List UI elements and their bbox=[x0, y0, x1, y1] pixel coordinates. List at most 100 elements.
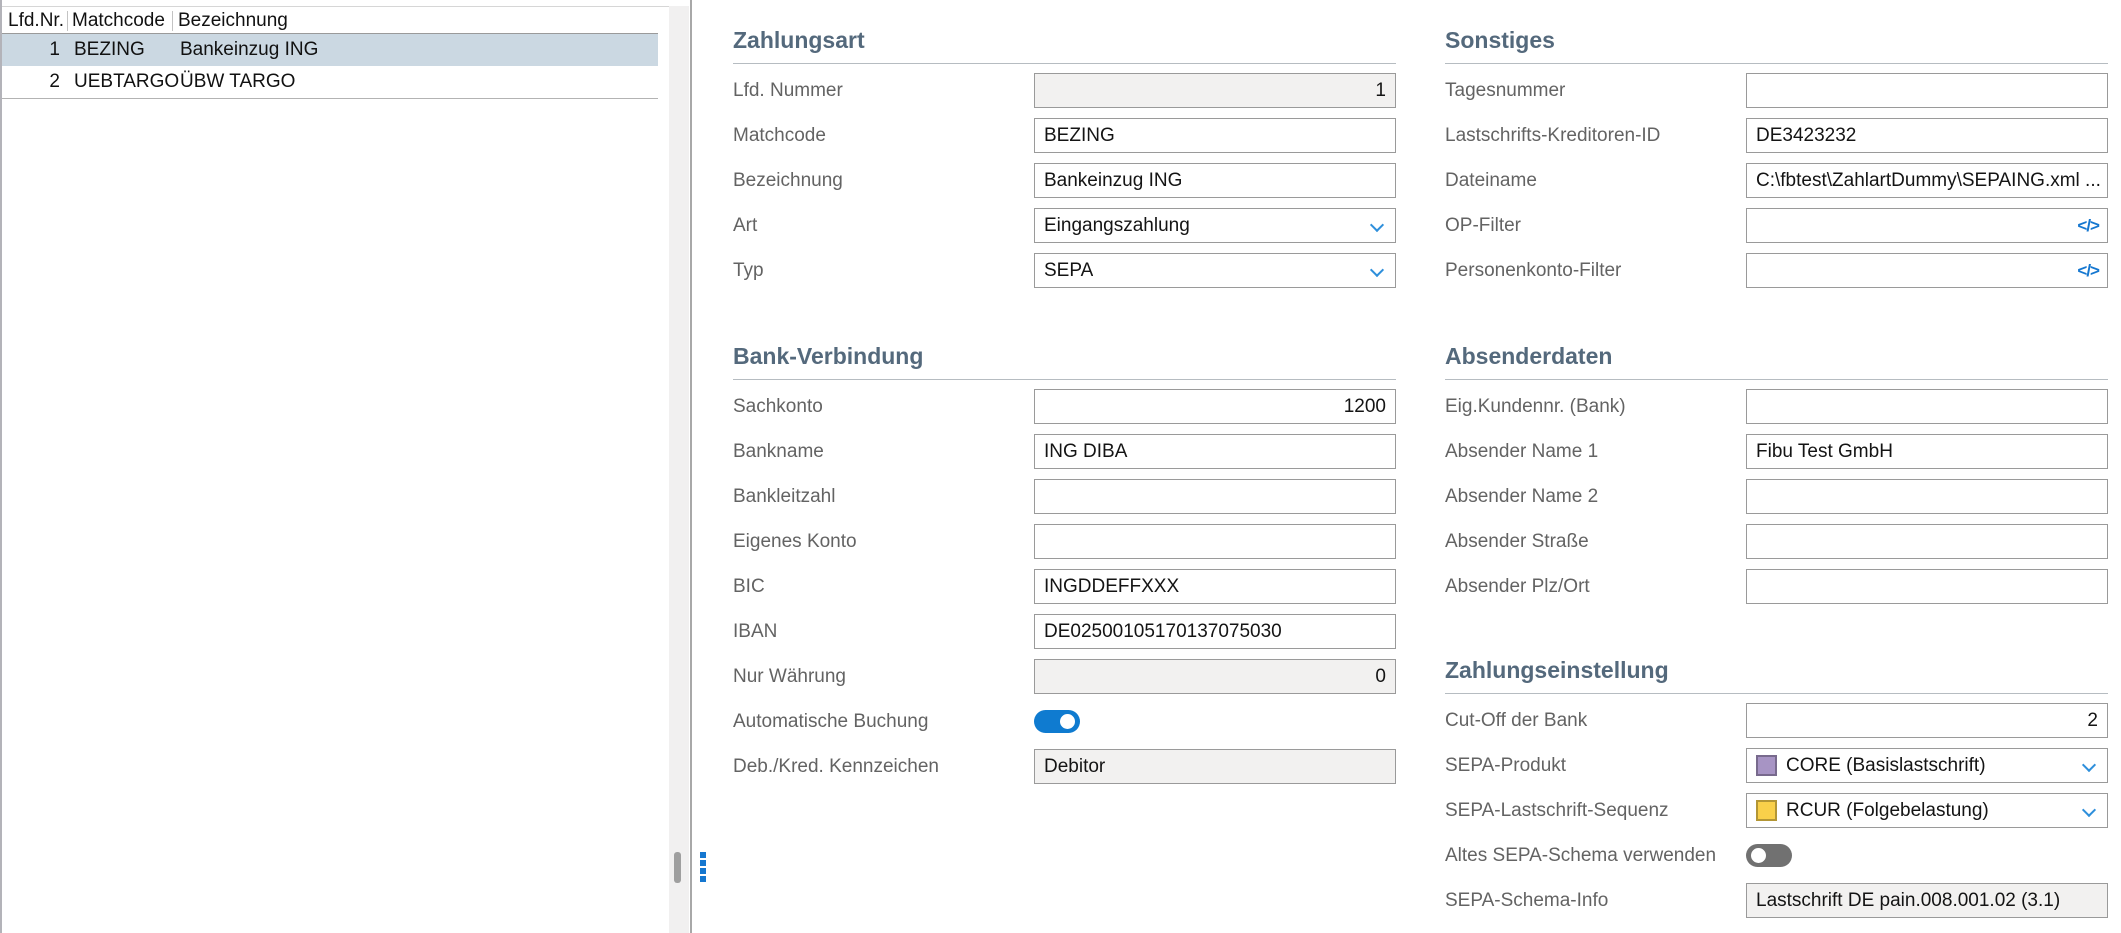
field-row-matchcode: Matchcode BEZING bbox=[733, 118, 1396, 153]
field-row-bankname: Bankname ING DIBA bbox=[733, 434, 1396, 469]
cell-bezeichnung: Bankeinzug ING bbox=[173, 39, 658, 61]
altes-sepa-schema-toggle[interactable] bbox=[1746, 844, 1792, 867]
field-row-eigenes-konto: Eigenes Konto bbox=[733, 524, 1396, 559]
cell-lfdnr: 1 bbox=[2, 39, 68, 61]
panel-splitter[interactable] bbox=[690, 0, 692, 933]
field-label: OP-Filter bbox=[1445, 208, 1746, 243]
section-title: Sonstiges bbox=[1445, 26, 2108, 64]
field-row-bic: BIC INGDDEFFXXX bbox=[733, 569, 1396, 604]
field-label: SEPA-Schema-Info bbox=[1445, 883, 1746, 918]
field-row-sepa-schema-info: SEPA-Schema-Info Lastschrift DE pain.008… bbox=[1445, 883, 2108, 918]
section-title: Bank-Verbindung bbox=[733, 342, 1396, 380]
absender-name-2-input[interactable] bbox=[1746, 479, 2108, 514]
field-label: Absender Name 1 bbox=[1445, 434, 1746, 469]
field-row-eig-kundennr: Eig.Kundennr. (Bank) bbox=[1445, 389, 2108, 424]
op-filter-input[interactable]: </> bbox=[1746, 208, 2108, 243]
list-scrollbar[interactable] bbox=[669, 6, 689, 933]
filter-expression-icon[interactable]: </> bbox=[2077, 209, 2099, 242]
sepa-core-color-swatch bbox=[1756, 755, 1777, 776]
field-label: BIC bbox=[733, 569, 1034, 604]
field-row-sepa-produkt: SEPA-Produkt CORE (Basislastschrift) bbox=[1445, 748, 2108, 783]
sepa-rcur-color-swatch bbox=[1756, 800, 1777, 821]
field-row-cut-off-der-bank: Cut-Off der Bank 2 bbox=[1445, 703, 2108, 738]
cell-matchcode: BEZING bbox=[68, 39, 173, 61]
cell-matchcode: UEBTARGO bbox=[68, 71, 173, 93]
sepa-schema-info-field: Lastschrift DE pain.008.001.02 (3.1) bbox=[1746, 883, 2108, 918]
dateiname-input[interactable]: C:\fbtest\ZahlartDummy\SEPAING.xml ... bbox=[1746, 163, 2108, 198]
field-label: SEPA-Produkt bbox=[1445, 748, 1746, 783]
personenkonto-filter-input[interactable]: </> bbox=[1746, 253, 2108, 288]
table-row[interactable]: 1 BEZING Bankeinzug ING bbox=[2, 34, 658, 66]
field-label: Bankname bbox=[733, 434, 1034, 469]
selected-value: RCUR (Folgebelastung) bbox=[1786, 794, 1989, 827]
bezeichnung-input[interactable]: Bankeinzug ING bbox=[1034, 163, 1396, 198]
selected-value: CORE (Basislastschrift) bbox=[1786, 749, 1986, 782]
field-label: Absender Name 2 bbox=[1445, 479, 1746, 514]
absender-plz-ort-input[interactable] bbox=[1746, 569, 2108, 604]
field-label: Absender Plz/Ort bbox=[1445, 569, 1746, 604]
section-title: Absenderdaten bbox=[1445, 342, 2108, 380]
iban-input[interactable]: DE02500105170137075030 bbox=[1034, 614, 1396, 649]
payment-types-list-panel: Lfd.Nr. Matchcode Bezeichnung 1 BEZING B… bbox=[0, 0, 692, 933]
eigenes-konto-input[interactable] bbox=[1034, 524, 1396, 559]
automatische-buchung-toggle[interactable] bbox=[1034, 710, 1080, 733]
lastschrifts-kreditoren-id-input[interactable]: DE3423232 bbox=[1746, 118, 2108, 153]
field-row-lfd-nummer: Lfd. Nummer 1 bbox=[733, 73, 1396, 108]
field-label: Eigenes Konto bbox=[733, 524, 1034, 559]
field-label: Personenkonto-Filter bbox=[1445, 253, 1746, 288]
field-row-personenkonto-filter: Personenkonto-Filter </> bbox=[1445, 253, 2108, 288]
field-label: Lastschrifts-Kreditoren-ID bbox=[1445, 118, 1746, 153]
chevron-down-icon bbox=[1370, 218, 1384, 232]
section-title: Zahlungseinstellung bbox=[1445, 656, 2108, 694]
column-header-bezeichnung[interactable]: Bezeichnung bbox=[173, 11, 658, 31]
lfd-nummer-field: 1 bbox=[1034, 73, 1396, 108]
field-row-lastschrifts-kreditoren-id: Lastschrifts-Kreditoren-ID DE3423232 bbox=[1445, 118, 2108, 153]
section-title: Zahlungsart bbox=[733, 26, 1396, 64]
typ-select[interactable]: SEPA bbox=[1034, 253, 1396, 288]
sachkonto-input[interactable]: 1200 bbox=[1034, 389, 1396, 424]
chevron-down-icon bbox=[2082, 803, 2096, 817]
tagesnummer-input[interactable] bbox=[1746, 73, 2108, 108]
field-row-bezeichnung: Bezeichnung Bankeinzug ING bbox=[733, 163, 1396, 198]
cell-bezeichnung: ÜBW TARGO bbox=[173, 71, 658, 93]
field-row-art: Art Eingangszahlung bbox=[733, 208, 1396, 243]
field-label: Dateiname bbox=[1445, 163, 1746, 198]
eig-kundennr-input[interactable] bbox=[1746, 389, 2108, 424]
column-header-matchcode[interactable]: Matchcode bbox=[68, 11, 173, 31]
field-row-altes-sepa-schema: Altes SEPA-Schema verwenden bbox=[1445, 838, 2108, 873]
bic-input[interactable]: INGDDEFFXXX bbox=[1034, 569, 1396, 604]
bankname-input[interactable]: ING DIBA bbox=[1034, 434, 1396, 469]
list-scrollbar-thumb[interactable] bbox=[674, 852, 681, 883]
field-row-absender-plz-ort: Absender Plz/Ort bbox=[1445, 569, 2108, 604]
field-label: Matchcode bbox=[733, 118, 1034, 153]
sepa-produkt-select[interactable]: CORE (Basislastschrift) bbox=[1746, 748, 2108, 783]
matchcode-input[interactable]: BEZING bbox=[1034, 118, 1396, 153]
cell-lfdnr: 2 bbox=[2, 71, 68, 93]
payment-type-setup-window: Lfd.Nr. Matchcode Bezeichnung 1 BEZING B… bbox=[0, 0, 2121, 933]
field-row-sachkonto: Sachkonto 1200 bbox=[733, 389, 1396, 424]
field-label: Deb./Kred. Kennzeichen bbox=[733, 749, 1034, 784]
payment-types-table: Lfd.Nr. Matchcode Bezeichnung 1 BEZING B… bbox=[2, 8, 658, 99]
column-header-lfdnr[interactable]: Lfd.Nr. bbox=[2, 11, 68, 31]
art-select[interactable]: Eingangszahlung bbox=[1034, 208, 1396, 243]
sepa-lastschrift-sequenz-select[interactable]: RCUR (Folgebelastung) bbox=[1746, 793, 2108, 828]
cut-off-der-bank-input[interactable]: 2 bbox=[1746, 703, 2108, 738]
field-label: Tagesnummer bbox=[1445, 73, 1746, 108]
field-label: SEPA-Lastschrift-Sequenz bbox=[1445, 793, 1746, 828]
field-label: Sachkonto bbox=[733, 389, 1034, 424]
section-absenderdaten: Absenderdaten Eig.Kundennr. (Bank) Absen… bbox=[1445, 342, 2108, 614]
filter-expression-icon[interactable]: </> bbox=[2077, 254, 2099, 287]
section-bank-verbindung: Bank-Verbindung Sachkonto 1200 Bankname … bbox=[733, 342, 1396, 794]
deb-kred-kennzeichen-field: Debitor bbox=[1034, 749, 1396, 784]
absender-strasse-input[interactable] bbox=[1746, 524, 2108, 559]
section-sonstiges: Sonstiges Tagesnummer Lastschrifts-Kredi… bbox=[1445, 26, 2108, 298]
bankleitzahl-input[interactable] bbox=[1034, 479, 1396, 514]
splitter-grip-icon[interactable] bbox=[700, 852, 707, 884]
chevron-down-icon bbox=[1370, 263, 1384, 277]
field-label: Absender Straße bbox=[1445, 524, 1746, 559]
table-row[interactable]: 2 UEBTARGO ÜBW TARGO bbox=[2, 66, 658, 98]
selected-value: Eingangszahlung bbox=[1044, 209, 1190, 242]
field-label: Eig.Kundennr. (Bank) bbox=[1445, 389, 1746, 424]
absender-name-1-input[interactable]: Fibu Test GmbH bbox=[1746, 434, 2108, 469]
field-label: Bankleitzahl bbox=[733, 479, 1034, 514]
